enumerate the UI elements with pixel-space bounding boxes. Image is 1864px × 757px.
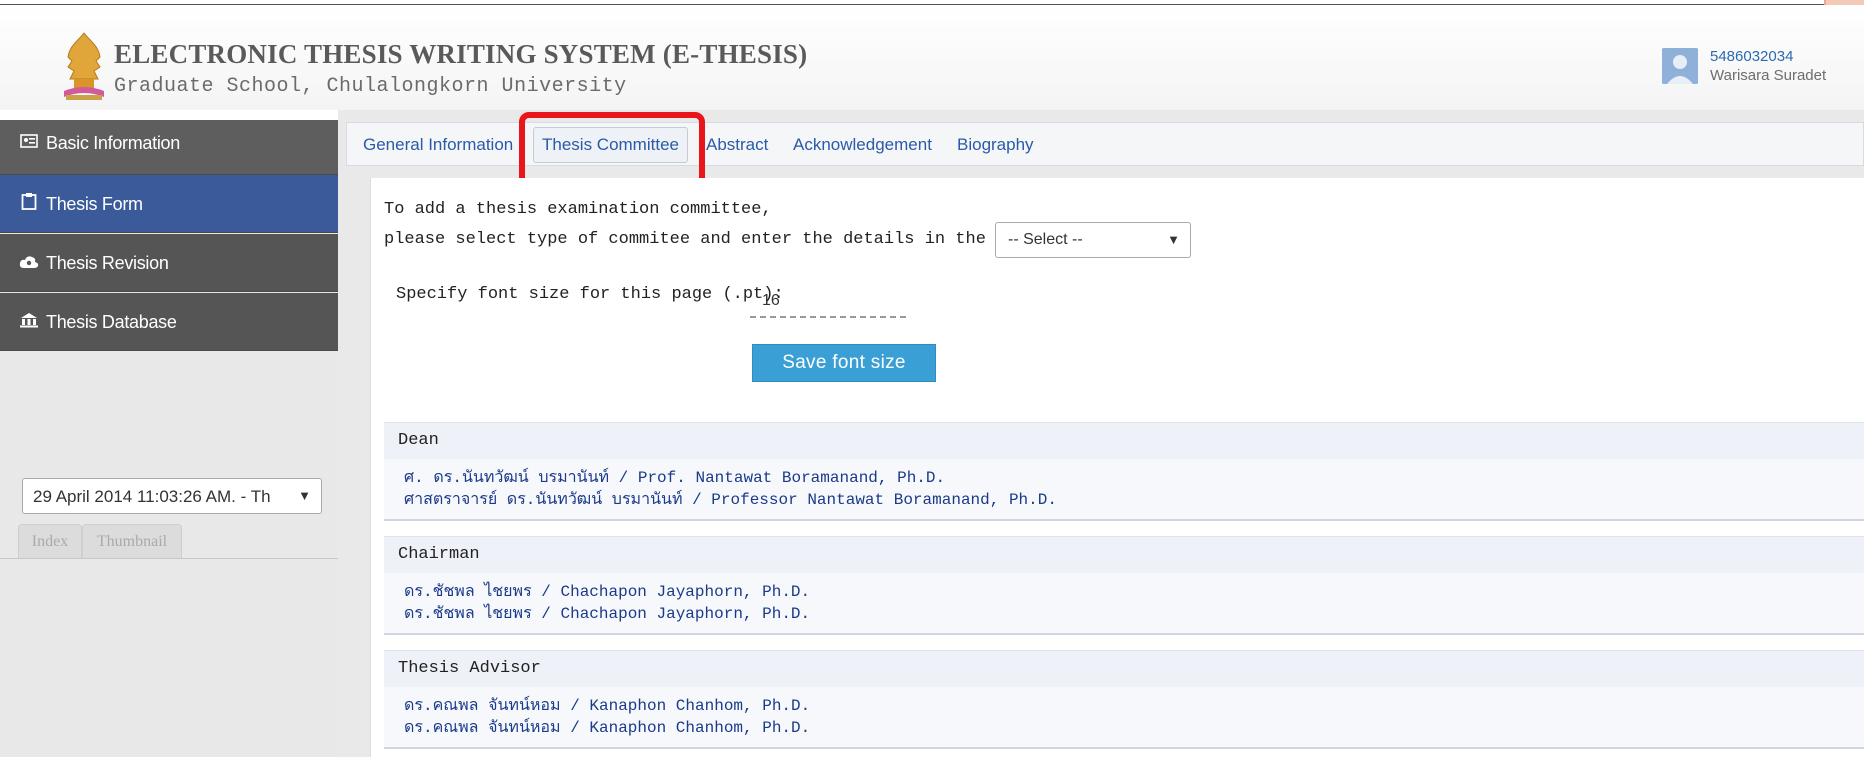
user-id-link[interactable]: 5486032034 bbox=[1710, 48, 1793, 65]
tab-thumbnail[interactable]: Thumbnail bbox=[82, 524, 182, 559]
tab-abstract[interactable]: Abstract bbox=[706, 135, 768, 155]
intro-text-line-2: please select type of commitee and enter… bbox=[384, 230, 1048, 249]
committee-member-line: ศ. ดร.นันทวัฒน์ บรมานันท์ / Prof. Nantaw… bbox=[404, 469, 946, 487]
sidebar-item-label: Thesis Form bbox=[46, 194, 143, 214]
university-logo-icon bbox=[64, 32, 104, 100]
version-date-value: 29 April 2014 11:03:26 AM. - Th bbox=[33, 487, 271, 506]
tab-index[interactable]: Index bbox=[18, 524, 82, 559]
cloud-icon bbox=[18, 234, 40, 292]
app-header: ELECTRONIC THESIS WRITING SYSTEM (E-THES… bbox=[0, 5, 1864, 110]
sidebar-divider bbox=[0, 558, 338, 559]
user-name: Warisara Suradet bbox=[1710, 67, 1827, 84]
sidebar-item-thesis-revision[interactable]: Thesis Revision bbox=[0, 234, 338, 292]
tab-general-information[interactable]: General Information bbox=[363, 135, 513, 155]
sidebar-item-thesis-form[interactable]: Thesis Form bbox=[0, 175, 338, 233]
caret-down-icon: ▼ bbox=[298, 488, 311, 503]
tab-biography[interactable]: Biography bbox=[957, 135, 1034, 155]
sidebar-item-basic-information[interactable]: Basic Information bbox=[0, 120, 338, 175]
save-font-size-button[interactable]: Save font size bbox=[752, 344, 936, 382]
committee-member-line: ดร.คณพล จันทน์หอม / Kanaphon Chanhom, Ph… bbox=[404, 719, 811, 737]
committee-member-list: ดร.ชัชพล ไชยพร / Chachapon Jayaphorn, Ph… bbox=[384, 573, 1864, 633]
committee-member-line: ศาสตราจารย์ ดร.นันทวัฒน์ บรมานันท์ / Pro… bbox=[404, 491, 1057, 509]
user-avatar-icon[interactable] bbox=[1662, 48, 1698, 84]
committee-member-line: ดร.คณพล จันทน์หอม / Kanaphon Chanhom, Ph… bbox=[404, 697, 811, 715]
committee-member-list: ศ. ดร.นันทวัฒน์ บรมานันท์ / Prof. Nantaw… bbox=[384, 459, 1864, 519]
id-card-icon bbox=[18, 120, 40, 166]
committee-type-select[interactable]: -- Select -- ▼ bbox=[995, 222, 1191, 258]
font-size-label: Specify font size for this page (.pt): bbox=[396, 285, 784, 304]
app-subtitle: Graduate School, Chulalongkorn Universit… bbox=[114, 75, 627, 98]
font-size-input[interactable]: 16 bbox=[762, 292, 780, 310]
committee-member-list: ดร.คณพล จันทน์หอม / Kanaphon Chanhom, Ph… bbox=[384, 687, 1864, 747]
app-title: ELECTRONIC THESIS WRITING SYSTEM (E-THES… bbox=[114, 39, 808, 69]
committee-card-dean: Dean ศ. ดร.นันทวัฒน์ บรมานันท์ / Prof. N… bbox=[384, 422, 1864, 521]
sidebar-item-label: Thesis Revision bbox=[46, 253, 169, 273]
committee-type-value: -- Select -- bbox=[1008, 231, 1083, 248]
committee-role-title: Thesis Advisor bbox=[384, 650, 1864, 687]
sidebar: Basic Information Thesis Form Thesis Rev… bbox=[0, 120, 338, 757]
sidebar-item-label: Thesis Database bbox=[46, 312, 177, 332]
committee-member-line: ดร.ชัชพล ไชยพร / Chachapon Jayaphorn, Ph… bbox=[404, 605, 811, 623]
committee-member-line: ดร.ชัชพล ไชยพร / Chachapon Jayaphorn, Ph… bbox=[404, 583, 811, 601]
version-date-select[interactable]: 29 April 2014 11:03:26 AM. - Th ▼ bbox=[22, 478, 322, 514]
font-size-input-underline bbox=[750, 316, 906, 318]
committee-role-title: Dean bbox=[384, 422, 1864, 459]
tab-acknowledgement[interactable]: Acknowledgement bbox=[793, 135, 932, 155]
sidebar-item-label: Basic Information bbox=[46, 133, 180, 153]
committee-card-chairman: Chairman ดร.ชัชพล ไชยพร / Chachapon Jaya… bbox=[384, 536, 1864, 635]
caret-down-icon: ▼ bbox=[1167, 232, 1180, 247]
sidebar-item-thesis-database[interactable]: Thesis Database bbox=[0, 293, 338, 351]
committee-card-thesis-advisor: Thesis Advisor ดร.คณพล จันทน์หอม / Kanap… bbox=[384, 650, 1864, 749]
database-icon bbox=[18, 293, 40, 351]
clipboard-icon bbox=[18, 175, 40, 233]
intro-text-line-1: To add a thesis examination committee, bbox=[384, 200, 772, 219]
committee-role-title: Chairman bbox=[384, 536, 1864, 573]
